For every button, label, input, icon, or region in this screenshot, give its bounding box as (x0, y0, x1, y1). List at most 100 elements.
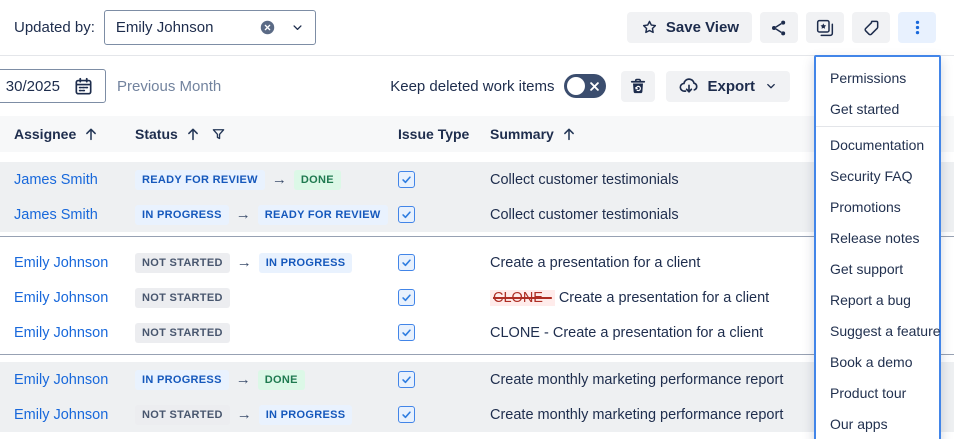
share-icon (769, 18, 789, 38)
menu-item-promotions[interactable]: Promotions (816, 191, 939, 222)
table-row[interactable]: Emily Johnson NOT STARTED → CLONE - Crea… (0, 280, 954, 315)
top-toolbar: Updated by: Emily Johnson Save View (0, 0, 954, 56)
menu-item-report-a-bug[interactable]: Report a bug (816, 284, 939, 315)
chevron-down-icon[interactable] (290, 20, 305, 35)
table-row[interactable]: Emily Johnson NOT STARTED → IN PROGRESS … (0, 397, 954, 432)
arrow-up-icon[interactable] (185, 126, 201, 142)
saved-views-icon (815, 18, 835, 38)
status-transition: → DONE (229, 370, 305, 390)
status-from-badge: NOT STARTED (135, 253, 230, 273)
summary-text: Collect customer testimonials (490, 207, 679, 223)
arrow-right-icon: → (237, 406, 252, 423)
work-item-history-page: Updated by: Emily Johnson Save View (0, 0, 954, 439)
menu-item-product-tour[interactable]: Product tour (816, 377, 939, 408)
keep-deleted-toggle[interactable] (564, 74, 606, 98)
arrow-up-icon[interactable] (561, 126, 577, 142)
table-row[interactable]: James Smith READY FOR REVIEW → DONE Coll… (0, 162, 954, 197)
row-group: Emily Johnson NOT STARTED → IN PROGRESS … (0, 245, 954, 355)
cloud-download-icon (678, 75, 700, 97)
menu-item-get-started[interactable]: Get started (816, 93, 939, 124)
column-header-issue-type[interactable]: Issue Type (398, 126, 490, 142)
share-button[interactable] (760, 12, 798, 43)
summary-text: Create a presentation for a client (490, 255, 700, 271)
trash-restore-icon (628, 76, 648, 96)
issue-type-checkbox[interactable] (398, 289, 415, 306)
table-row[interactable]: Emily Johnson NOT STARTED → IN PROGRESS … (0, 245, 954, 280)
export-button[interactable]: Export (666, 71, 790, 102)
menu-divider (816, 126, 939, 127)
row-group: James Smith READY FOR REVIEW → DONE Coll… (0, 162, 954, 237)
status-transition: → IN PROGRESS (230, 253, 353, 273)
assignee-link[interactable]: Emily Johnson (14, 407, 108, 423)
issue-type-checkbox[interactable] (398, 254, 415, 271)
menu-item-permissions[interactable]: Permissions (816, 62, 939, 93)
status-to-badge: IN PROGRESS (259, 405, 353, 425)
toggle-x-icon (590, 82, 599, 91)
status-transition: → READY FOR REVIEW (229, 205, 388, 225)
menu-item-security-faq[interactable]: Security FAQ (816, 160, 939, 191)
table-row[interactable]: Emily Johnson NOT STARTED → CLONE - Crea… (0, 315, 954, 350)
status-from-badge: READY FOR REVIEW (135, 170, 265, 190)
updated-by-value: Emily Johnson (116, 19, 258, 36)
issue-type-checkbox[interactable] (398, 324, 415, 341)
save-view-button[interactable]: Save View (627, 12, 752, 43)
issue-type-checkbox[interactable] (398, 171, 415, 188)
calendar-icon[interactable] (73, 76, 94, 97)
status-to-badge: IN PROGRESS (259, 253, 353, 273)
status-from-badge: IN PROGRESS (135, 205, 229, 225)
assignee-link[interactable]: Emily Johnson (14, 325, 108, 341)
assignee-link[interactable]: James Smith (14, 172, 98, 188)
arrow-right-icon: → (272, 171, 287, 188)
funnel-icon[interactable] (210, 126, 227, 143)
summary-text: Collect customer testimonials (490, 172, 679, 188)
kebab-menu-icon (908, 18, 927, 37)
filter-toolbar: 30/2025 Previous Month Keep deleted work… (0, 56, 954, 116)
menu-item-our-apps[interactable]: Our apps (816, 408, 939, 439)
status-to-badge: DONE (258, 370, 305, 390)
assignee-link[interactable]: Emily Johnson (14, 290, 108, 306)
overflow-menu: Permissions Get started Documentation Se… (814, 55, 941, 439)
table-header: Assignee Status Issue Type Summary (0, 116, 954, 152)
table-row[interactable]: James Smith IN PROGRESS → READY FOR REVI… (0, 197, 954, 232)
row-group: Emily Johnson IN PROGRESS → DONE Create … (0, 362, 954, 432)
issue-type-checkbox[interactable] (398, 406, 415, 423)
arrow-up-icon[interactable] (83, 126, 99, 142)
export-label: Export (707, 78, 755, 95)
table-row[interactable]: Emily Johnson IN PROGRESS → DONE Create … (0, 362, 954, 397)
status-transition: → DONE (265, 170, 341, 190)
status-from-badge: NOT STARTED (135, 405, 230, 425)
summary-text: Create monthly marketing performance rep… (490, 407, 783, 423)
menu-item-release-notes[interactable]: Release notes (816, 222, 939, 253)
menu-item-suggest-a-feature[interactable]: Suggest a feature (816, 315, 939, 346)
column-header-status[interactable]: Status (135, 126, 398, 143)
assignee-link[interactable]: Emily Johnson (14, 372, 108, 388)
label-button[interactable] (852, 12, 890, 43)
arrow-right-icon: → (237, 254, 252, 271)
summary-text: CLONE - Create a presentation for a clie… (490, 325, 763, 341)
label-icon (861, 18, 881, 38)
column-header-assignee[interactable]: Assignee (0, 126, 135, 142)
more-options-button[interactable] (898, 12, 936, 43)
date-input[interactable]: 30/2025 (0, 69, 106, 103)
summary-text: Create a presentation for a client (559, 290, 769, 306)
updated-by-label: Updated by: (14, 19, 95, 36)
saved-views-button[interactable] (806, 12, 844, 43)
star-icon (640, 18, 659, 37)
menu-item-documentation[interactable]: Documentation (816, 129, 939, 160)
clear-circle-icon[interactable] (258, 18, 277, 37)
assignee-link[interactable]: James Smith (14, 207, 98, 223)
save-view-label: Save View (666, 19, 739, 36)
issue-type-checkbox[interactable] (398, 206, 415, 223)
history-table: Assignee Status Issue Type Summary (0, 116, 954, 432)
date-value: 30/2025 (6, 78, 60, 95)
status-from-badge: NOT STARTED (135, 323, 230, 343)
menu-item-book-a-demo[interactable]: Book a demo (816, 346, 939, 377)
delete-view-button[interactable] (621, 71, 655, 102)
status-to-badge: READY FOR REVIEW (258, 205, 388, 225)
menu-item-get-support[interactable]: Get support (816, 253, 939, 284)
issue-type-checkbox[interactable] (398, 371, 415, 388)
updated-by-combobox[interactable]: Emily Johnson (104, 10, 316, 45)
assignee-link[interactable]: Emily Johnson (14, 255, 108, 271)
status-to-badge: DONE (294, 170, 341, 190)
status-from-badge: IN PROGRESS (135, 370, 229, 390)
